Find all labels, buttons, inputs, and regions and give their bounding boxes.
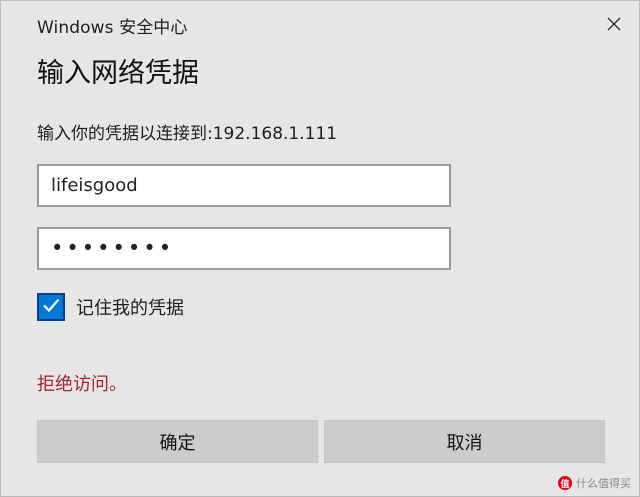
- remember-label: 记住我的凭据: [76, 298, 184, 319]
- ok-button[interactable]: 确定: [37, 420, 318, 463]
- username-field[interactable]: lifeisgood: [37, 164, 451, 207]
- close-button[interactable]: [599, 9, 629, 39]
- watermark-logo-icon: 值: [558, 476, 572, 490]
- watermark-text: 什么值得买: [576, 477, 631, 490]
- watermark: 值 什么值得买: [558, 475, 631, 491]
- close-icon: [607, 17, 621, 31]
- window-title: Windows 安全中心: [37, 18, 188, 38]
- cancel-button[interactable]: 取消: [324, 420, 605, 463]
- credential-dialog: Windows 安全中心 输入网络凭据 输入你的凭据以连接到:192.168.1…: [0, 0, 640, 497]
- dialog-heading: 输入网络凭据: [37, 58, 199, 89]
- password-field[interactable]: ••••••••: [37, 227, 451, 270]
- checkmark-icon: [41, 295, 61, 319]
- connection-prompt: 输入你的凭据以连接到:192.168.1.111: [37, 124, 338, 144]
- password-masked-value: ••••••••: [51, 236, 175, 260]
- remember-checkbox[interactable]: [37, 293, 65, 321]
- remember-credentials-row[interactable]: 记住我的凭据: [37, 293, 184, 321]
- username-value: lifeisgood: [51, 175, 138, 196]
- error-message: 拒绝访问。: [37, 374, 127, 395]
